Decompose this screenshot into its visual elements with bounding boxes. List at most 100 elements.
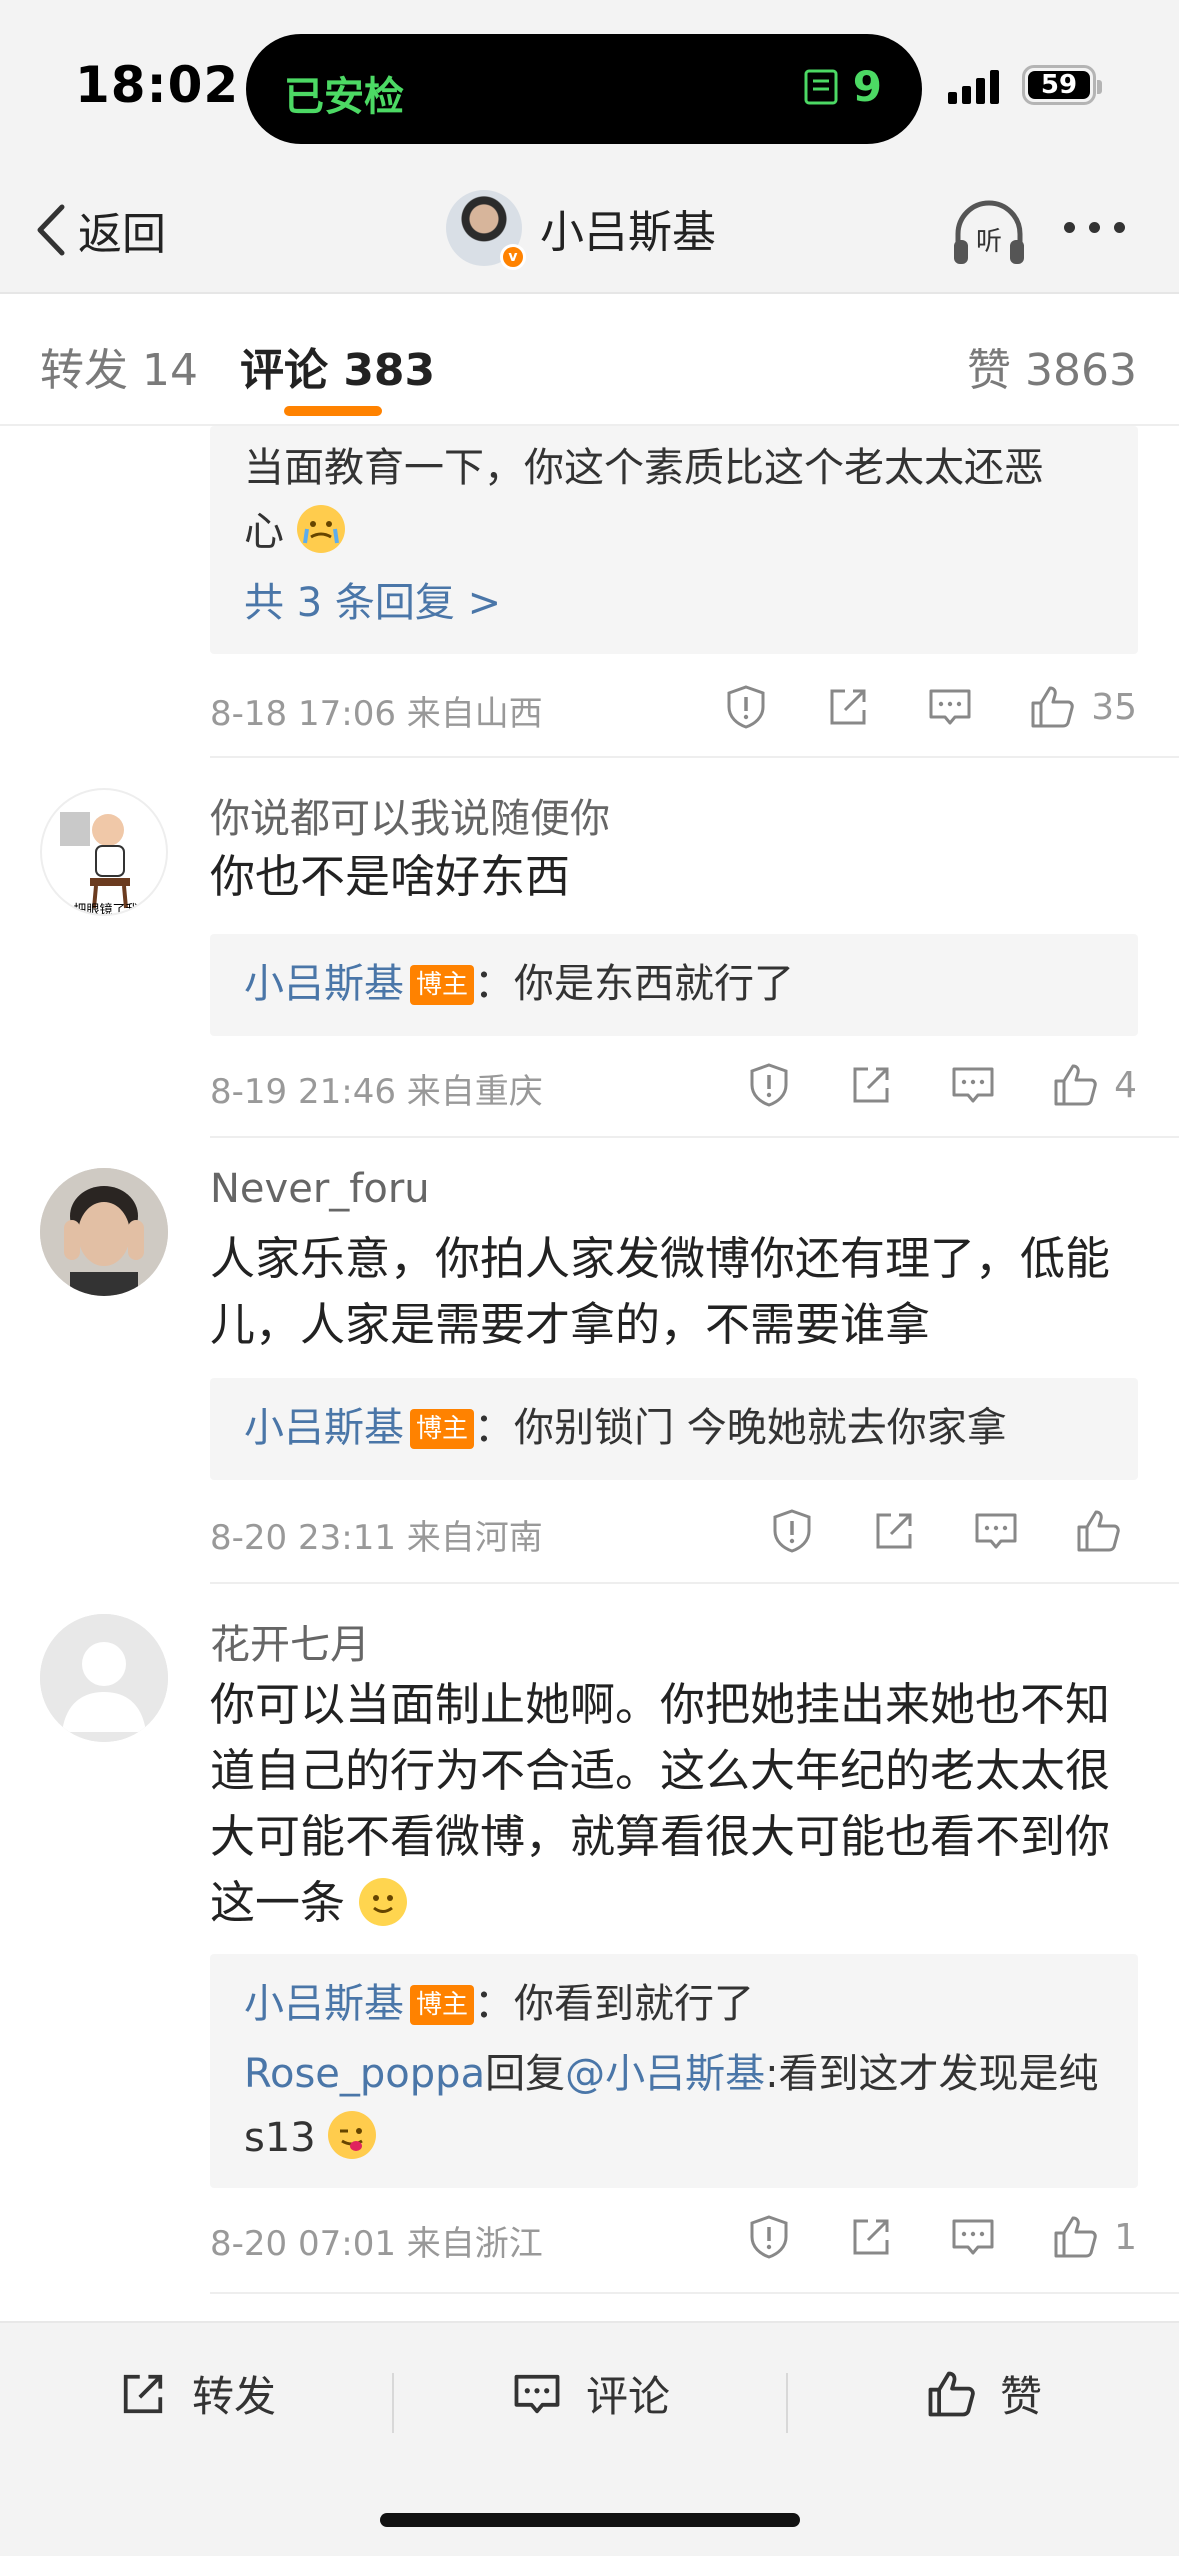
share-icon xyxy=(876,1513,912,1549)
reply-author[interactable]: 小吕斯基 xyxy=(244,961,404,1007)
report-button[interactable] xyxy=(744,1060,794,1110)
share-button[interactable] xyxy=(846,1060,896,1110)
nav-bar: 返回 v 小吕斯基 听 xyxy=(0,170,1179,294)
tab-comment[interactable]: 评论 383 xyxy=(240,334,435,398)
comment-icon xyxy=(952,1067,994,1103)
reply-button[interactable] xyxy=(948,2212,998,2262)
avatar[interactable] xyxy=(40,1168,168,1296)
comment-meta: 8-20 23:11 来自河南 xyxy=(210,1518,543,1558)
battery-level: 59 xyxy=(1028,70,1090,100)
reply-author[interactable]: Rose_poppa xyxy=(244,2051,485,2097)
listen-headphone-icon[interactable]: 听 xyxy=(950,196,1028,268)
reply-author[interactable]: 小吕斯基 xyxy=(244,1981,404,2027)
share-button[interactable] xyxy=(869,1506,919,1556)
repost-label: 转发 xyxy=(192,2372,277,2421)
battery-icon: 59 xyxy=(1022,65,1102,105)
comment-actions xyxy=(715,1506,1137,1556)
report-button[interactable] xyxy=(767,1506,817,1556)
more-replies-link[interactable]: 共 3 条回复 > xyxy=(244,570,1104,628)
reply-button[interactable] xyxy=(948,1060,998,1110)
gate-icon xyxy=(804,69,838,104)
share-icon xyxy=(123,2374,163,2413)
more-options-button[interactable] xyxy=(1064,222,1125,233)
repost-button[interactable]: 转发 xyxy=(116,2363,276,2424)
divider xyxy=(210,1582,1179,1584)
page-title: 小吕斯基 xyxy=(540,207,716,258)
status-bar: 18:02 已安检 9 59 xyxy=(0,0,1179,170)
tab-repost[interactable]: 转发 14 xyxy=(40,334,198,398)
like-button[interactable] xyxy=(1073,1506,1123,1556)
verified-icon: v xyxy=(500,244,526,270)
island-gate-info: 9 xyxy=(801,62,882,111)
comment-username[interactable]: 你说都可以我说随便你 xyxy=(210,786,610,844)
reply-verb: 回复 xyxy=(485,2051,566,2097)
comment-body: 你也不是啥好东西 xyxy=(210,850,571,903)
comment-icon xyxy=(952,2219,994,2255)
avatar[interactable] xyxy=(40,1614,168,1742)
share-button[interactable] xyxy=(823,682,873,732)
report-button[interactable] xyxy=(744,2212,794,2262)
reply-text-line: 当面教育一下，你这个素质比这个老太太还恶 xyxy=(244,445,1044,491)
reply-button[interactable] xyxy=(925,682,975,732)
blogger-badge: 博主 xyxy=(410,1409,475,1449)
comment-username[interactable]: 花开七月 xyxy=(210,1612,370,1670)
blogger-badge: 博主 xyxy=(410,1985,475,2025)
comment-body-text: 你可以当面制止她啊。你把她挂出来她也不知道自己的行为不合适。这么大年纪的老太太很… xyxy=(210,1678,1111,1929)
default-user-icon xyxy=(40,1614,168,1742)
thumbs-up-icon xyxy=(1054,1064,1097,1106)
island-security-text: 已安检 xyxy=(284,74,404,120)
share-icon xyxy=(853,2219,889,2255)
avatar[interactable]: 把眼镜了我 xyxy=(40,788,168,916)
tab-bar: 转发 14 评论 383 赞 3863 xyxy=(0,294,1179,426)
comment-meta: 8-20 07:01 来自浙江 xyxy=(210,2224,543,2264)
thumbs-up-icon xyxy=(1031,686,1074,728)
reply-box[interactable]: 小吕斯基 博主 ：你是东西就行了 xyxy=(210,934,1138,1036)
reply-button[interactable] xyxy=(971,1506,1021,1556)
comment-icon xyxy=(975,1513,1017,1549)
comment-body: 你可以当面制止她啊。你把她挂出来她也不知道自己的行为不合适。这么大年纪的老太太很… xyxy=(210,1672,1150,1936)
dynamic-island[interactable]: 已安检 9 xyxy=(246,34,922,144)
chevron-left-icon xyxy=(37,204,65,256)
like-button[interactable]: 赞 xyxy=(924,2363,1042,2424)
share-icon xyxy=(853,1067,889,1103)
reply-box[interactable]: 小吕斯基 博主 ：你看到就行了 Rose_poppa回复@小吕斯基:看到这才发现是纯… xyxy=(210,1954,1138,2188)
like-count: 35 xyxy=(1091,686,1137,728)
share-button[interactable] xyxy=(846,2212,896,2262)
shield-alert-icon xyxy=(773,1509,811,1553)
mention-link[interactable]: @小吕斯基 xyxy=(565,2051,765,2097)
wink-tongue-emoji-icon xyxy=(328,2111,377,2159)
reply-text: ：你别锁门 今晚她就去你家拿 xyxy=(474,1405,1007,1451)
tab-like[interactable]: 赞 3863 xyxy=(967,334,1137,398)
comment-list[interactable]: 当面教育一下，你这个素质比这个老太太还恶 心 共 3 条回复 > 8-18 17… xyxy=(0,426,1179,2321)
reply-text-line: 心 xyxy=(244,509,284,555)
active-tab-indicator xyxy=(284,406,382,416)
avatar-caption: 把眼镜了我 xyxy=(73,903,138,916)
comment-icon xyxy=(514,2374,560,2413)
thumbs-up-icon xyxy=(1077,1510,1120,1552)
reply-text: ：你看到就行了 xyxy=(474,1981,755,2027)
shield-alert-icon xyxy=(750,2215,788,2259)
thumbs-up-icon xyxy=(1054,2216,1097,2258)
like-label: 赞 xyxy=(1000,2372,1043,2421)
smile-emoji-icon xyxy=(359,1878,408,1926)
comment-username[interactable]: Never_foru xyxy=(210,1166,430,1212)
home-indicator[interactable] xyxy=(380,2513,800,2527)
comment-label: 评论 xyxy=(586,2372,671,2421)
like-button[interactable] xyxy=(1050,2212,1100,2262)
divider xyxy=(210,2292,1179,2294)
reply-box[interactable]: 当面教育一下，你这个素质比这个老太太还恶 心 共 3 条回复 > xyxy=(210,426,1138,654)
reply-box[interactable]: 小吕斯基 博主 ：你别锁门 今晚她就去你家拿 xyxy=(210,1378,1138,1480)
like-count: 4 xyxy=(1114,1064,1137,1106)
reply-author[interactable]: 小吕斯基 xyxy=(244,1405,404,1451)
back-button[interactable]: 返回 xyxy=(30,198,166,262)
blogger-badge: 博主 xyxy=(410,965,475,1005)
comment-body: 人家乐意，你拍人家发微博你还有理了，低能儿，人家是需要才拿的，不需要谁拿 xyxy=(210,1232,1111,1351)
divider xyxy=(210,1136,1179,1138)
report-button[interactable] xyxy=(721,682,771,732)
reply-text: ：你是东西就行了 xyxy=(474,961,795,1007)
nav-user[interactable]: v 小吕斯基 xyxy=(446,190,716,270)
avatar[interactable]: v xyxy=(446,190,526,270)
like-button[interactable] xyxy=(1027,682,1077,732)
comment-button[interactable]: 评论 xyxy=(510,2363,670,2424)
like-button[interactable] xyxy=(1050,1060,1100,1110)
